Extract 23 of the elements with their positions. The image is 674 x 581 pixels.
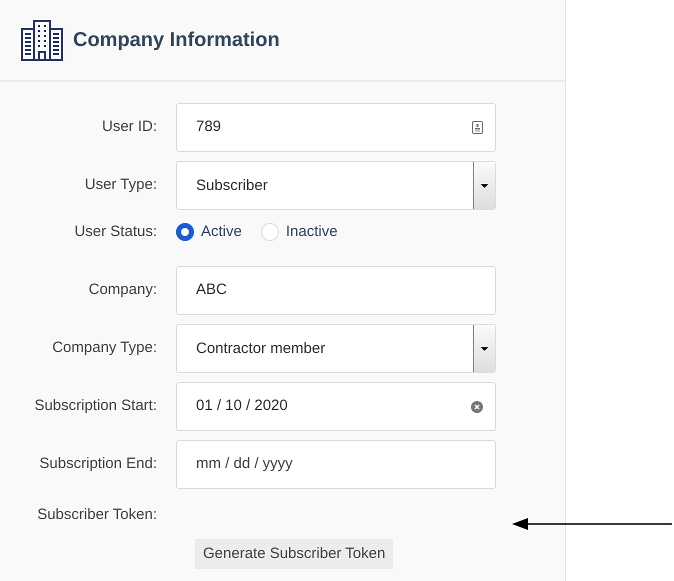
radio-option[interactable]: Active (176, 220, 242, 244)
generate-token-button[interactable]: Generate Subscriber Token (195, 539, 394, 569)
contact-card-icon (472, 121, 483, 134)
field-label: Subscriber Token: (36, 504, 158, 525)
panel-title: Company Information (73, 28, 280, 53)
field-label: User Status: (73, 222, 158, 242)
input-field[interactable]: ABC (176, 266, 496, 315)
field-label: Subscription End: (38, 454, 158, 474)
field-label: User Type: (84, 175, 158, 196)
input-field[interactable]: 789 (176, 103, 496, 152)
dropdown[interactable]: Contractor member (176, 324, 496, 373)
date-field[interactable]: mm / dd / yyyy (176, 440, 496, 489)
building-icon (21, 19, 63, 61)
dropdown[interactable]: Subscriber (176, 161, 496, 210)
clear-icon[interactable] (471, 400, 483, 412)
field-label: Subscription Start: (33, 396, 158, 416)
caret-icon (473, 162, 495, 209)
field-label: Company: (88, 280, 158, 300)
radio-option[interactable]: Inactive (260, 220, 338, 244)
field-label: User ID: (100, 117, 158, 138)
field-label: Company Type: (51, 338, 158, 358)
date-field[interactable]: 01 / 10 / 2020 (176, 382, 496, 431)
caret-icon (473, 325, 495, 372)
